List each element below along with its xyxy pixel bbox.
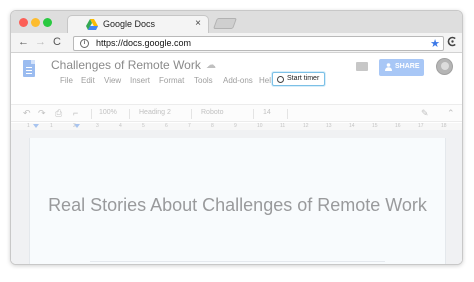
menu-edit[interactable]: Edit [81,76,95,85]
clockify-extension-icon[interactable] [447,36,458,47]
ruler-number: 14 [349,123,355,129]
ruler-number: 1 [27,123,30,129]
ruler-number: 16 [395,123,401,129]
ruler-number: 11 [280,123,286,129]
ruler: 1 1 2 3 4 5 6 7 8 9 10 11 12 13 14 15 16 17 18 [11,123,462,130]
url-text[interactable]: https://docs.google.com [96,38,191,48]
title-bar: Google Docs × [11,11,462,33]
document-canvas: Real Stories About Challenges of Remote … [11,130,462,264]
style-select[interactable]: Heading 2 [139,109,171,116]
print-icon[interactable]: ⎙ [55,108,62,119]
font-select[interactable]: Roboto [201,109,224,116]
browser-menu-icon[interactable]: ⋮ [460,36,462,47]
ruler-number: 10 [257,123,263,129]
minimize-window-button[interactable] [31,18,40,27]
clockify-icon [277,76,284,83]
ruler-number: 6 [165,123,168,129]
menu-view[interactable]: View [104,76,121,85]
page-divider [90,261,385,262]
start-timer-button[interactable]: Start timer [272,72,325,86]
ruler-number: 4 [119,123,122,129]
ruler-number: 12 [303,123,309,129]
forward-icon[interactable]: → [35,36,46,49]
ruler-number: 15 [372,123,378,129]
info-icon[interactable]: i [80,39,89,48]
ruler-number: 9 [234,123,237,129]
zoom-select[interactable]: 100% [99,109,117,116]
tab-close-icon[interactable]: × [195,18,201,29]
document-page[interactable]: Real Stories About Challenges of Remote … [29,138,446,264]
paint-format-icon[interactable]: ⌐ [73,108,78,119]
person-icon [385,63,392,71]
document-heading[interactable]: Real Stories About Challenges of Remote … [30,192,445,219]
menu-tools[interactable]: Tools [194,76,213,85]
reload-icon[interactable]: C [53,36,61,49]
close-window-button[interactable] [19,18,28,27]
start-timer-label: Start timer [287,75,320,82]
ruler-number: 2 [73,123,76,129]
browser-window: Google Docs × ← → C i https://docs.googl… [10,10,463,265]
ruler-number: 13 [326,123,332,129]
ruler-number: 5 [142,123,145,129]
menu-insert[interactable]: Insert [130,76,150,85]
browser-tab[interactable]: Google Docs × [67,15,209,33]
ruler-number: 7 [188,123,191,129]
menu-file[interactable]: File [60,76,73,85]
bookmark-star-icon[interactable]: ★ [430,37,440,50]
undo-icon[interactable]: ↶ [23,108,31,119]
font-size-select[interactable]: 14 [263,109,271,116]
tab-title: Google Docs [103,19,156,29]
comment-icon[interactable] [356,62,368,71]
pen-edit-icon[interactable]: ✎ [421,108,429,119]
ruler-number: 3 [96,123,99,129]
menu-add-ons[interactable]: Add-ons [223,76,253,85]
ruler-number: 17 [418,123,424,129]
maximize-window-button[interactable] [43,18,52,27]
back-icon[interactable]: ← [18,36,29,49]
share-button[interactable]: SHARE [379,59,424,76]
cloud-saved-icon: ☁ [206,60,216,71]
redo-icon[interactable]: ↷ [38,108,46,119]
browser-toolbar: ← → C i https://docs.google.com ★ ⋮ [11,33,462,53]
formatting-toolbar: ↶ ↷ ⎙ ⌐ 100% Heading 2 Roboto 14 ✎ ⌃ [11,104,462,122]
ruler-number: 1 [50,123,53,129]
share-label: SHARE [395,63,420,70]
left-indent-marker[interactable] [33,124,39,128]
google-drive-icon [86,19,98,30]
google-docs-app: Challenges of Remote Work ☁ File Edit Vi… [11,54,462,264]
collapse-toolbar-icon[interactable]: ⌃ [447,108,455,119]
avatar[interactable] [436,58,453,75]
menu-format[interactable]: Format [159,76,184,85]
address-bar[interactable]: i https://docs.google.com ★ [73,36,444,51]
ruler-number: 18 [441,123,447,129]
document-title[interactable]: Challenges of Remote Work [51,58,201,72]
ruler-number: 8 [211,123,214,129]
new-tab-button[interactable] [212,18,238,29]
docs-logo-icon[interactable] [23,60,35,77]
